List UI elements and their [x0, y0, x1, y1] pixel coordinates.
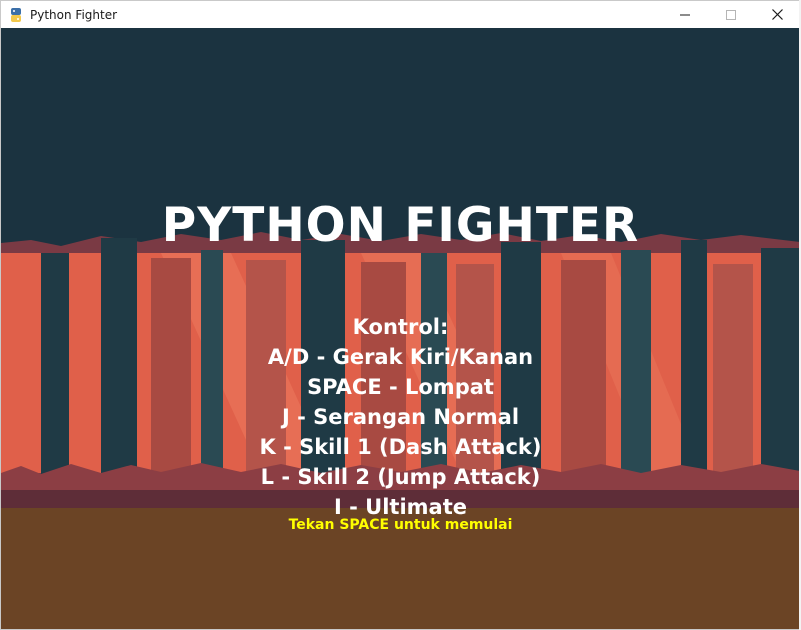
control-skill-1: K - Skill 1 (Dash Attack) — [259, 435, 542, 459]
close-icon — [771, 9, 783, 20]
game-window: Python Fighter PYTHON FIGHTER Kontrol: A… — [0, 0, 801, 630]
controls-list: Kontrol: A/D - Gerak Kiri/Kanan SPACE - … — [1, 312, 800, 522]
title-bar[interactable]: Python Fighter — [1, 1, 800, 28]
controls-heading: Kontrol: — [352, 315, 449, 339]
maximize-button[interactable] — [708, 1, 754, 28]
game-canvas[interactable]: PYTHON FIGHTER Kontrol: A/D - Gerak Kiri… — [1, 28, 800, 629]
control-move: A/D - Gerak Kiri/Kanan — [267, 345, 534, 369]
maximize-icon — [726, 9, 736, 20]
minimize-button[interactable] — [662, 1, 708, 28]
python-icon — [11, 7, 21, 22]
game-title: PYTHON FIGHTER — [161, 198, 640, 253]
window-controls — [662, 1, 800, 28]
control-jump: SPACE - Lompat — [307, 375, 494, 399]
control-skill-2: L - Skill 2 (Jump Attack) — [260, 465, 541, 489]
control-normal-attack: J - Serangan Normal — [281, 405, 520, 429]
minimize-icon — [680, 14, 690, 15]
start-prompt: Tekan SPACE untuk memulai — [288, 517, 513, 533]
close-button[interactable] — [754, 1, 800, 28]
window-title: Python Fighter — [30, 7, 118, 22]
